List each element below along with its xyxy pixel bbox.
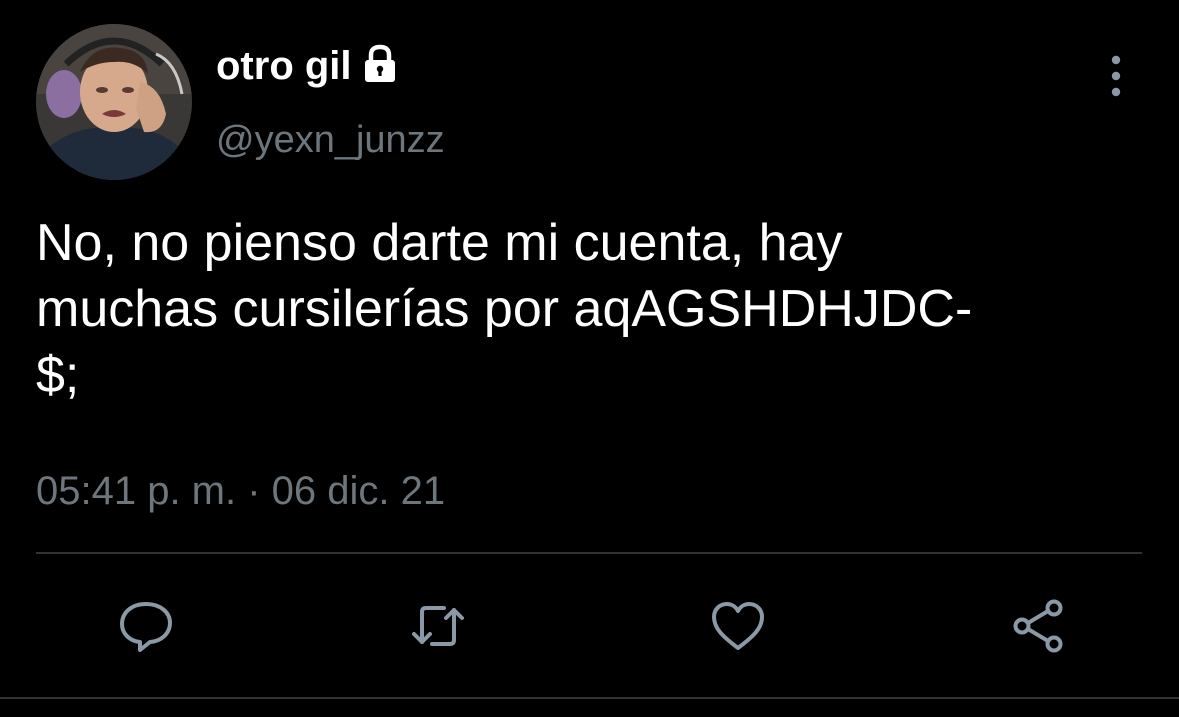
retweet-button[interactable]	[408, 598, 468, 654]
like-button[interactable]	[708, 598, 768, 654]
heart-icon	[712, 602, 764, 650]
reply-icon	[120, 602, 172, 652]
share-button[interactable]	[1008, 598, 1068, 654]
author-handle[interactable]: @yexn_junzz	[216, 116, 445, 164]
retweet-icon	[412, 606, 464, 646]
tweet-text: No, no pienso darte mi cuenta, hay mucha…	[36, 214, 973, 404]
lock-icon	[362, 44, 398, 84]
reply-button[interactable]	[116, 598, 176, 654]
bottom-divider	[0, 697, 1179, 699]
more-vertical-icon[interactable]	[1096, 54, 1136, 98]
tweet-card: otro gil @yexn_junzz No, no pienso darte…	[0, 0, 1179, 717]
avatar-image	[36, 24, 192, 180]
author-name-row[interactable]: otro gil	[216, 40, 398, 92]
share-icon	[1013, 599, 1063, 653]
display-name[interactable]: otro gil	[216, 40, 352, 92]
tweet-timestamp[interactable]: 05:41 p. m. · 06 dic. 21	[36, 466, 445, 516]
avatar[interactable]	[36, 24, 192, 180]
divider	[36, 552, 1142, 554]
